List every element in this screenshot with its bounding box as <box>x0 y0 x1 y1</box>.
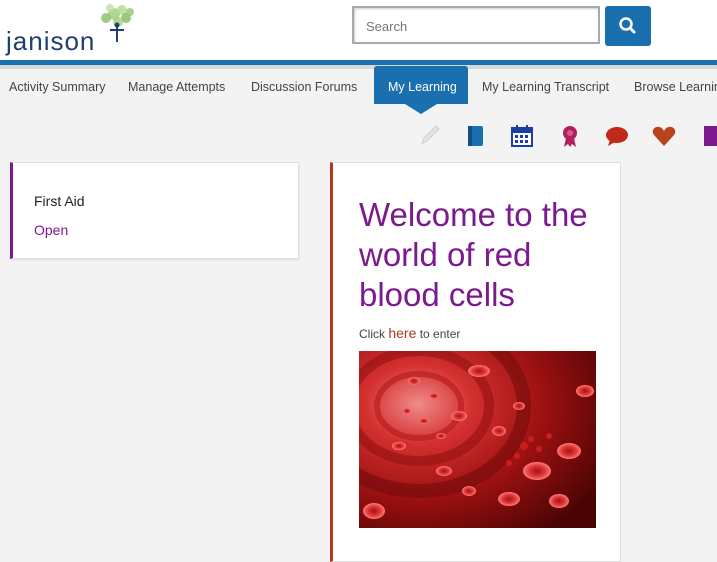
search-input[interactable] <box>364 9 598 43</box>
welcome-heading: Welcome to the world of red blood cells <box>359 196 588 313</box>
click-prefix: Click <box>359 327 385 341</box>
search-box[interactable] <box>352 6 600 44</box>
enter-instruction: Click here to enter <box>359 325 460 341</box>
blood-vessel-illustration <box>359 351 596 528</box>
course-card: First Aid Open <box>10 162 299 259</box>
open-link[interactable]: Open <box>34 222 68 238</box>
tab-discussion-forums[interactable]: Discussion Forums <box>251 80 357 94</box>
main-nav <box>0 69 717 106</box>
red-blood-cells-image <box>359 351 596 528</box>
tab-my-learning-label: My Learning <box>388 80 457 94</box>
search-icon <box>619 17 636 34</box>
pencil-icon[interactable] <box>416 122 442 150</box>
award-icon[interactable] <box>557 122 583 150</box>
janison-logo[interactable]: janison <box>6 4 136 56</box>
calendar-icon[interactable] <box>509 122 535 150</box>
tab-manage-attempts[interactable]: Manage Attempts <box>128 80 225 94</box>
chat-icon[interactable] <box>604 122 630 150</box>
tab-my-learning-transcript[interactable]: My Learning Transcript <box>482 80 609 94</box>
book-icon[interactable] <box>463 122 489 150</box>
course-title: First Aid <box>34 193 85 209</box>
tab-browse-learning[interactable]: Browse Learning <box>634 80 717 94</box>
logo-wordmark: janison <box>6 26 96 56</box>
welcome-panel: Welcome to the world of red blood cells … <box>330 162 621 562</box>
here-link[interactable]: here <box>388 325 416 341</box>
heart-icon[interactable] <box>651 122 677 150</box>
header: janison <box>0 0 717 60</box>
click-suffix: to enter <box>419 327 461 341</box>
bookmark-icon[interactable] <box>700 122 717 150</box>
search-button[interactable] <box>605 6 651 46</box>
tab-activity-summary[interactable]: Activity Summary <box>9 80 106 94</box>
active-tab-pointer <box>405 104 437 114</box>
